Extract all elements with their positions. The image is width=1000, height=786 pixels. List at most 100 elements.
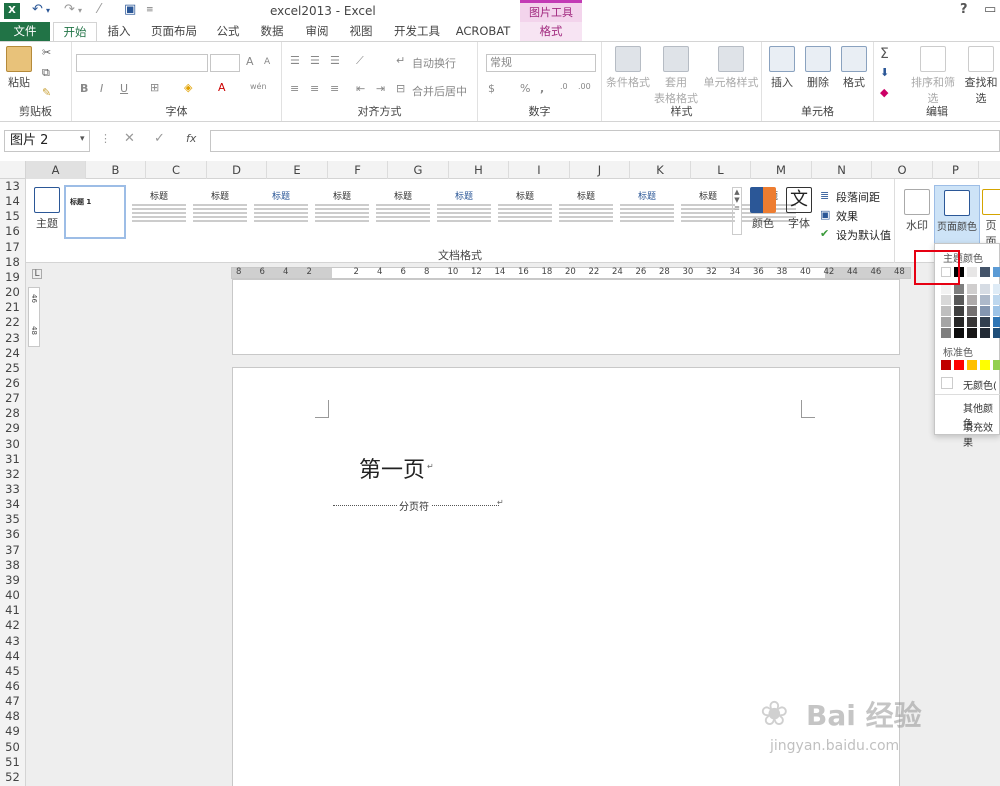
- percent-button[interactable]: %: [520, 82, 530, 95]
- style-set-option[interactable]: 标题: [496, 189, 554, 239]
- page-borders-button[interactable]: 页面: [982, 189, 1000, 249]
- wrap-text-icon[interactable]: ↵: [396, 54, 405, 67]
- row-header[interactable]: 41: [0, 603, 25, 618]
- align-right-icon[interactable]: ≡: [330, 82, 339, 95]
- align-middle-icon[interactable]: ☰: [310, 54, 320, 67]
- standard-color-swatch[interactable]: [941, 360, 951, 370]
- style-set-option[interactable]: 标题: [191, 189, 249, 239]
- increase-decimal-icon[interactable]: .0: [560, 82, 568, 91]
- theme-color-shade-swatch[interactable]: [941, 295, 951, 305]
- customize-qat-icon[interactable]: ≡: [146, 5, 154, 15]
- standard-color-swatch[interactable]: [967, 360, 977, 370]
- style-set-option[interactable]: 标题: [435, 189, 493, 239]
- name-box[interactable]: 图片 2: [4, 130, 90, 152]
- font-size-field[interactable]: [210, 54, 240, 72]
- theme-color-shade-swatch[interactable]: [941, 328, 951, 338]
- column-header[interactable]: M: [751, 161, 812, 179]
- row-header[interactable]: 36: [0, 527, 25, 542]
- merge-icon[interactable]: ⊟: [396, 82, 405, 95]
- cancel-button[interactable]: ✕: [124, 131, 135, 146]
- decrease-decimal-icon[interactable]: .00: [578, 82, 591, 91]
- tab-acrobat[interactable]: ACROBAT: [452, 22, 514, 42]
- standard-color-swatch[interactable]: [980, 360, 990, 370]
- style-set-option[interactable]: 标题: [557, 189, 615, 239]
- paste-button[interactable]: 粘贴: [4, 46, 34, 90]
- tab-home[interactable]: 开始: [53, 22, 97, 42]
- row-header[interactable]: 29: [0, 421, 25, 436]
- theme-color-shade-swatch[interactable]: [954, 317, 964, 327]
- tab-formulas[interactable]: 公式: [208, 22, 248, 42]
- tab-insert[interactable]: 插入: [100, 22, 138, 42]
- row-header[interactable]: 13: [0, 179, 25, 194]
- accounting-icon[interactable]: $: [488, 82, 495, 95]
- comma-button[interactable]: ,: [540, 82, 544, 95]
- row-header[interactable]: 32: [0, 467, 25, 482]
- name-box-dropdown-icon[interactable]: ▾: [80, 134, 85, 144]
- theme-color-shade-swatch[interactable]: [980, 328, 990, 338]
- theme-color-shade-swatch[interactable]: [993, 284, 1000, 294]
- underline-button[interactable]: U: [120, 82, 128, 95]
- shrink-font-button[interactable]: A: [264, 57, 270, 67]
- tab-view[interactable]: 视图: [341, 22, 381, 42]
- find-select-button[interactable]: 查找和选: [962, 46, 1000, 106]
- row-header[interactable]: 45: [0, 664, 25, 679]
- style-set-option[interactable]: 标题: [374, 189, 432, 239]
- fill-icon[interactable]: ⬇: [880, 66, 889, 79]
- font-color-icon[interactable]: A: [218, 81, 226, 94]
- column-header[interactable]: H: [449, 161, 509, 179]
- font-name-field[interactable]: [76, 54, 208, 72]
- column-header[interactable]: J: [570, 161, 630, 179]
- theme-color-shade-swatch[interactable]: [980, 306, 990, 316]
- row-header[interactable]: 48: [0, 709, 25, 724]
- row-header[interactable]: 49: [0, 724, 25, 739]
- enter-button[interactable]: ✓: [154, 131, 165, 146]
- row-header[interactable]: 23: [0, 331, 25, 346]
- formula-options-icon[interactable]: ⋮: [100, 132, 111, 145]
- vertical-ruler[interactable]: 46 48: [28, 287, 40, 347]
- theme-color-shade-swatch[interactable]: [993, 295, 1000, 305]
- row-header[interactable]: 27: [0, 391, 25, 406]
- row-header[interactable]: 44: [0, 649, 25, 664]
- row-header[interactable]: 15: [0, 209, 25, 224]
- row-header[interactable]: 21: [0, 300, 25, 315]
- row-header[interactable]: 35: [0, 512, 25, 527]
- autosum-icon[interactable]: Σ: [880, 46, 889, 62]
- style-set-option[interactable]: 标题: [252, 189, 310, 239]
- align-left-icon[interactable]: ≡: [290, 82, 299, 95]
- row-header[interactable]: 18: [0, 255, 25, 270]
- row-header[interactable]: 46: [0, 679, 25, 694]
- align-top-icon[interactable]: ☰: [290, 54, 300, 67]
- insert-cells-button[interactable]: 插入: [766, 46, 798, 90]
- column-header[interactable]: C: [146, 161, 207, 179]
- theme-color-shade-swatch[interactable]: [941, 284, 951, 294]
- set-default-button[interactable]: 设为默认值: [836, 227, 891, 243]
- row-header[interactable]: 50: [0, 740, 25, 755]
- tab-data[interactable]: 数据: [252, 22, 292, 42]
- align-center-icon[interactable]: ≡: [310, 82, 319, 95]
- format-painter-quick-icon[interactable]: ⁄: [98, 2, 100, 17]
- theme-color-shade-swatch[interactable]: [967, 328, 977, 338]
- theme-color-swatch[interactable]: [993, 267, 1000, 277]
- style-set-option[interactable]: 标题: [313, 189, 371, 239]
- italic-button[interactable]: I: [100, 82, 103, 95]
- row-header[interactable]: 43: [0, 634, 25, 649]
- style-set-selected[interactable]: 标题 1: [64, 185, 126, 239]
- row-header[interactable]: 33: [0, 482, 25, 497]
- cell-styles-button[interactable]: 单元格样式: [702, 46, 760, 90]
- standard-color-swatch[interactable]: [993, 360, 1000, 370]
- theme-color-shade-swatch[interactable]: [954, 328, 964, 338]
- style-gallery-scroll[interactable]: ▲ ▼ ≡: [732, 187, 742, 235]
- theme-color-shade-swatch[interactable]: [993, 328, 1000, 338]
- tab-selector-icon[interactable]: L: [32, 269, 42, 279]
- theme-color-swatch[interactable]: [980, 267, 990, 277]
- theme-color-shade-swatch[interactable]: [941, 306, 951, 316]
- bold-button[interactable]: B: [80, 82, 88, 95]
- theme-color-shade-swatch[interactable]: [980, 317, 990, 327]
- column-header[interactable]: B: [86, 161, 146, 179]
- fill-color-icon[interactable]: ◈: [184, 81, 192, 94]
- style-set-option[interactable]: 标题: [618, 189, 676, 239]
- tab-page-layout[interactable]: 页面布局: [144, 22, 204, 42]
- row-header[interactable]: 14: [0, 194, 25, 209]
- horizontal-ruler[interactable]: 8 6 4 2 2 4 6 8 10 12 14 16 18 20 22 24 26 28 30 32 34 36 38 40…: [231, 267, 911, 279]
- column-header[interactable]: K: [630, 161, 691, 179]
